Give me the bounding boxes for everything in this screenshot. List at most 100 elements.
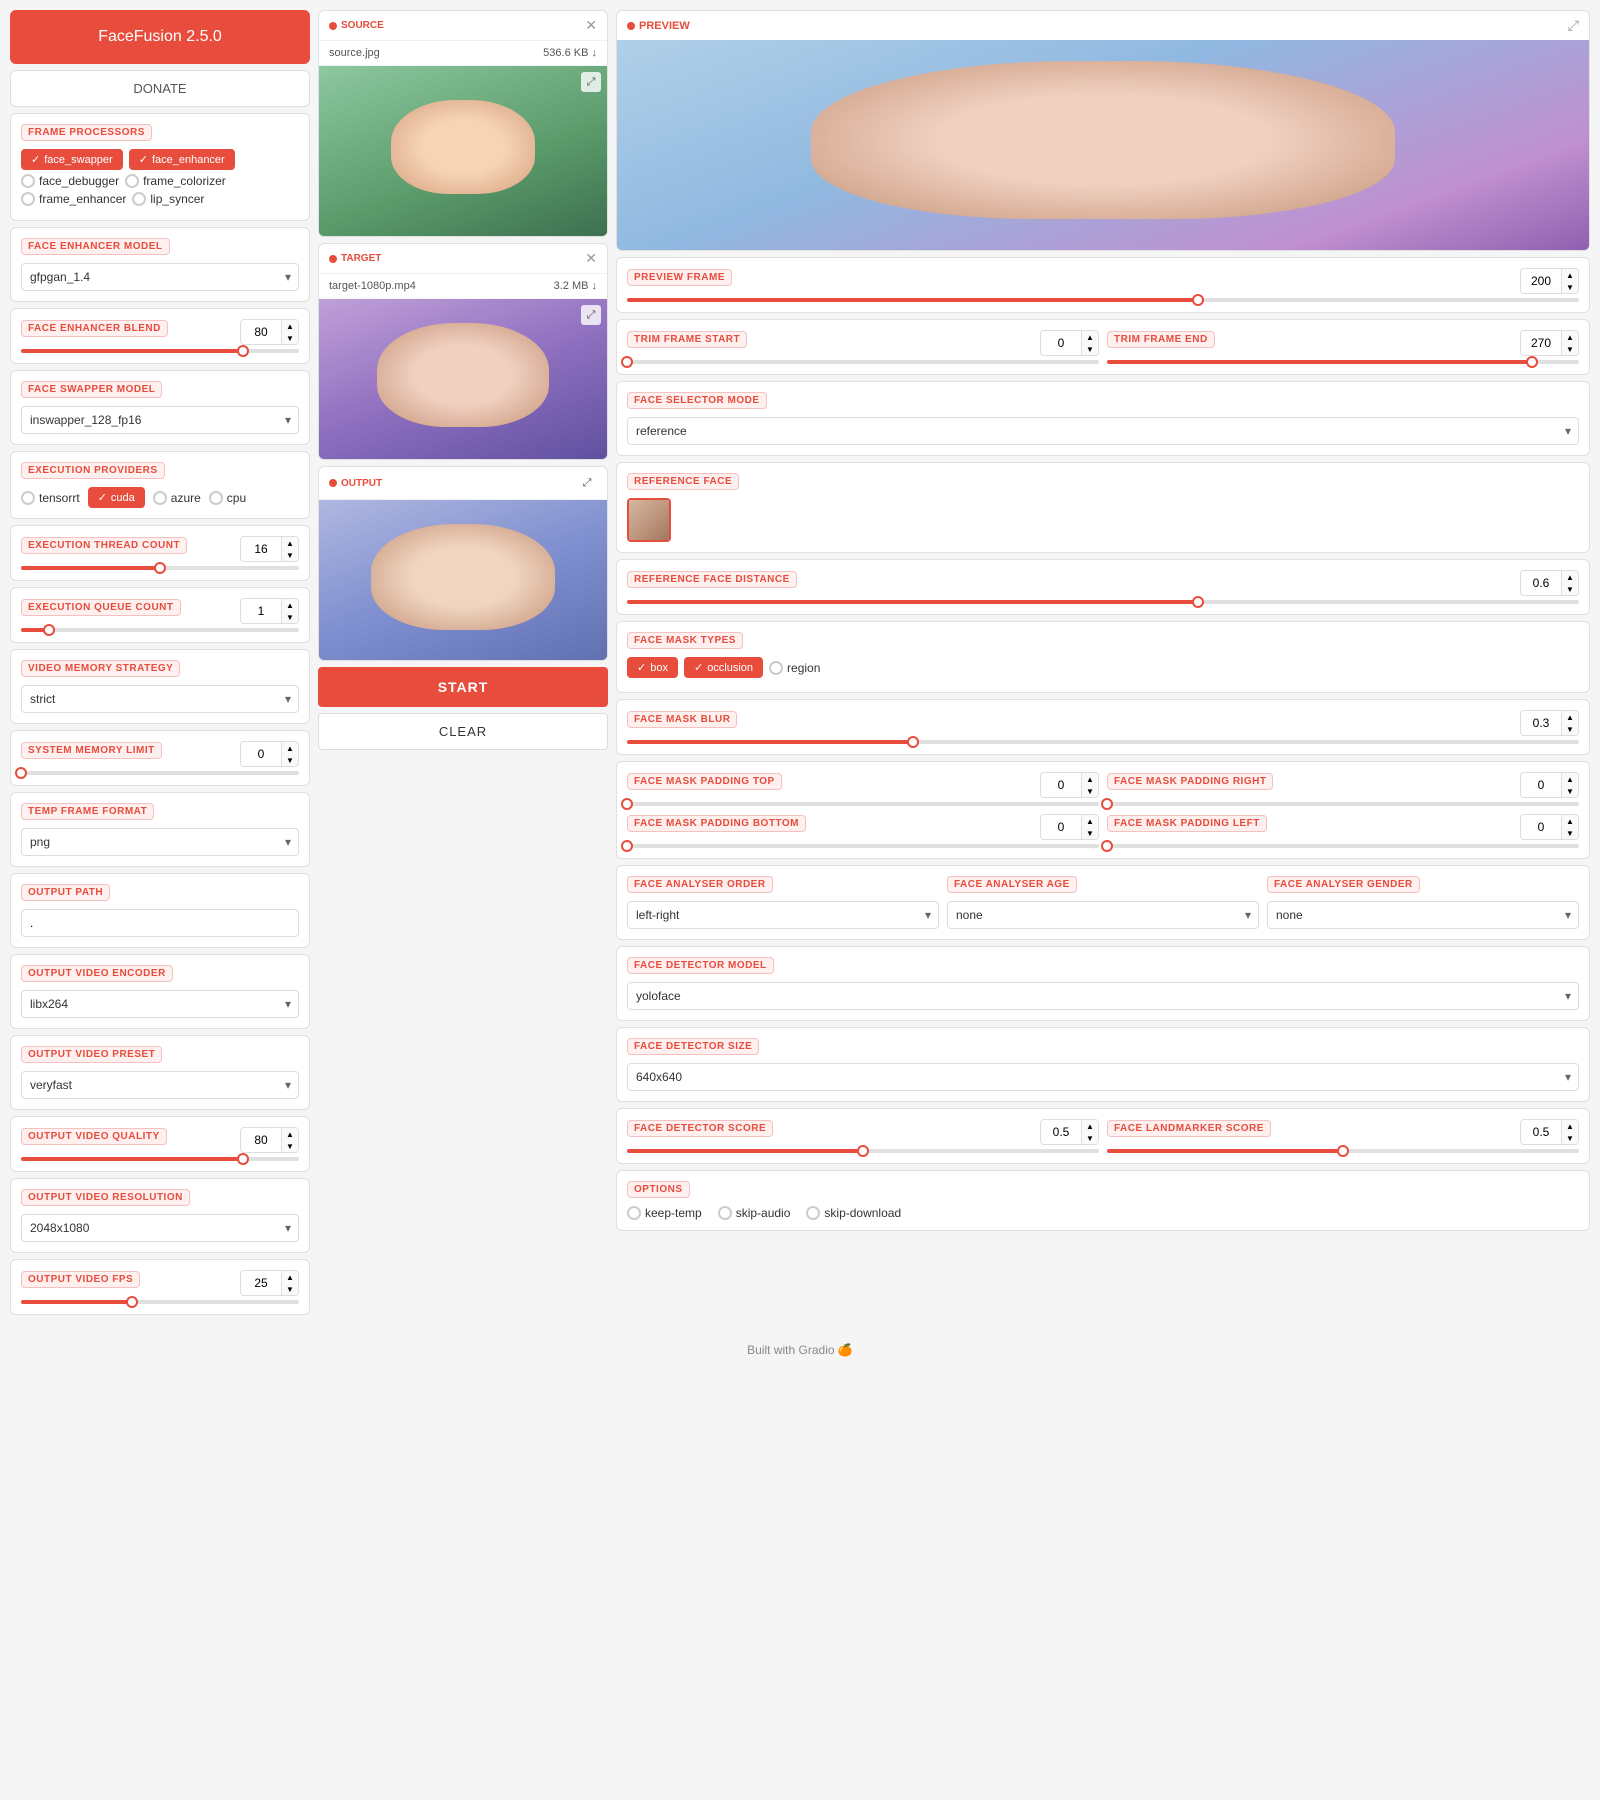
- execution-queue-count-slider[interactable]: [21, 628, 299, 632]
- processor-face_swapper[interactable]: ✓ face_swapper: [21, 149, 123, 170]
- execution-thread-count-slider[interactable]: [21, 566, 299, 570]
- clear-button[interactable]: CLEAR: [318, 713, 608, 750]
- output-video-quality-up[interactable]: ▲: [282, 1128, 298, 1140]
- padding-bottom-down[interactable]: ▼: [1082, 827, 1098, 839]
- face-mask-blur-down[interactable]: ▼: [1562, 723, 1578, 735]
- preview-frame-up[interactable]: ▲: [1562, 269, 1578, 281]
- option-keep-temp[interactable]: keep-temp: [627, 1206, 702, 1220]
- preview-frame-down[interactable]: ▼: [1562, 281, 1578, 293]
- face-enhancer-model-select[interactable]: gfpgan_1.4 gfpgan_1.3 codeformer: [21, 263, 299, 291]
- trim-frame-end-input[interactable]: [1521, 332, 1561, 354]
- system-memory-limit-slider[interactable]: [21, 771, 299, 775]
- face-landmarker-score-slider[interactable]: [1107, 1149, 1579, 1153]
- output-video-fps-down[interactable]: ▼: [282, 1283, 298, 1295]
- face-detector-score-slider[interactable]: [627, 1149, 1099, 1153]
- face-landmarker-score-down[interactable]: ▼: [1562, 1132, 1578, 1144]
- system-memory-limit-input[interactable]: [241, 743, 281, 765]
- padding-left-input[interactable]: [1521, 816, 1561, 838]
- processor-frame_enhancer[interactable]: frame_enhancer: [21, 192, 126, 206]
- padding-right-input[interactable]: [1521, 774, 1561, 796]
- provider-cuda[interactable]: ✓ cuda: [88, 487, 145, 508]
- output-video-fps-input[interactable]: [241, 1272, 281, 1294]
- padding-right-slider[interactable]: [1107, 802, 1579, 806]
- face-mask-blur-up[interactable]: ▲: [1562, 711, 1578, 723]
- padding-left-up[interactable]: ▲: [1562, 815, 1578, 827]
- mask-type-region[interactable]: region: [769, 657, 820, 678]
- execution-thread-count-input[interactable]: [241, 538, 281, 560]
- output-video-resolution-select[interactable]: 2048x1080 1920x1080 1280x720: [21, 1214, 299, 1242]
- provider-tensorrt[interactable]: tensorrt: [21, 491, 80, 505]
- face-selector-mode-select[interactable]: reference one many: [627, 417, 1579, 445]
- start-button[interactable]: START: [318, 667, 608, 707]
- face-landmarker-score-input[interactable]: [1521, 1121, 1561, 1143]
- output-video-encoder-select[interactable]: libx264 libx265 libvpx-vp9: [21, 990, 299, 1018]
- donate-button[interactable]: DONATE: [10, 70, 310, 107]
- face-detector-score-down[interactable]: ▼: [1082, 1132, 1098, 1144]
- execution-thread-count-up[interactable]: ▲: [282, 537, 298, 549]
- preview-frame-input[interactable]: [1521, 270, 1561, 292]
- padding-top-down[interactable]: ▼: [1082, 785, 1098, 797]
- reference-face-distance-slider[interactable]: [627, 600, 1579, 604]
- processor-lip_syncer[interactable]: lip_syncer: [132, 192, 204, 206]
- output-video-preset-select[interactable]: veryfast faster fast medium slow: [21, 1071, 299, 1099]
- reference-face-distance-input[interactable]: [1521, 572, 1561, 594]
- output-path-input[interactable]: [21, 909, 299, 937]
- trim-frame-start-down[interactable]: ▼: [1082, 343, 1098, 355]
- trim-frame-end-down[interactable]: ▼: [1562, 343, 1578, 355]
- output-video-quality-down[interactable]: ▼: [282, 1140, 298, 1152]
- option-skip-audio[interactable]: skip-audio: [718, 1206, 791, 1220]
- option-skip-download[interactable]: skip-download: [806, 1206, 901, 1220]
- padding-top-slider[interactable]: [627, 802, 1099, 806]
- trim-frame-start-input[interactable]: [1041, 332, 1081, 354]
- face-analyser-gender-select[interactable]: none male female: [1267, 901, 1579, 929]
- face-analyser-order-select[interactable]: left-right right-left top-bottom bottom-…: [627, 901, 939, 929]
- output-expand-button[interactable]: ⤢: [577, 473, 597, 493]
- padding-left-slider[interactable]: [1107, 844, 1579, 848]
- source-expand-button[interactable]: ⤢: [581, 72, 601, 92]
- processor-frame_colorizer[interactable]: frame_colorizer: [125, 174, 226, 188]
- execution-thread-count-down[interactable]: ▼: [282, 549, 298, 561]
- padding-left-down[interactable]: ▼: [1562, 827, 1578, 839]
- execution-queue-count-down[interactable]: ▼: [282, 611, 298, 623]
- trim-frame-start-up[interactable]: ▲: [1082, 331, 1098, 343]
- padding-right-down[interactable]: ▼: [1562, 785, 1578, 797]
- execution-queue-count-up[interactable]: ▲: [282, 599, 298, 611]
- provider-cpu[interactable]: cpu: [209, 491, 246, 505]
- trim-frame-start-slider[interactable]: [627, 360, 1099, 364]
- padding-bottom-up[interactable]: ▲: [1082, 815, 1098, 827]
- preview-frame-slider[interactable]: [627, 298, 1579, 302]
- face-enhancer-blend-slider[interactable]: [21, 349, 299, 353]
- video-memory-strategy-select[interactable]: strict moderate tolerant: [21, 685, 299, 713]
- output-video-quality-input[interactable]: [241, 1129, 281, 1151]
- face-enhancer-blend-down[interactable]: ▼: [282, 332, 298, 344]
- mask-type-box[interactable]: ✓ box: [627, 657, 678, 678]
- face-enhancer-blend-input[interactable]: [241, 321, 281, 343]
- output-video-fps-up[interactable]: ▲: [282, 1271, 298, 1283]
- execution-queue-count-input[interactable]: [241, 600, 281, 622]
- processor-face_enhancer[interactable]: ✓ face_enhancer: [129, 149, 235, 170]
- face-analyser-age-select[interactable]: none child teen adult senior: [947, 901, 1259, 929]
- output-video-fps-slider[interactable]: [21, 1300, 299, 1304]
- face-swapper-model-select[interactable]: inswapper_128_fp16 inswapper_128: [21, 406, 299, 434]
- reference-face-distance-up[interactable]: ▲: [1562, 571, 1578, 583]
- padding-right-up[interactable]: ▲: [1562, 773, 1578, 785]
- face-detector-score-up[interactable]: ▲: [1082, 1120, 1098, 1132]
- provider-azure[interactable]: azure: [153, 491, 201, 505]
- face-detector-score-input[interactable]: [1041, 1121, 1081, 1143]
- padding-bottom-slider[interactable]: [627, 844, 1099, 848]
- system-memory-limit-down[interactable]: ▼: [282, 754, 298, 766]
- face-mask-blur-slider[interactable]: [627, 740, 1579, 744]
- face-landmarker-score-up[interactable]: ▲: [1562, 1120, 1578, 1132]
- mask-type-occlusion[interactable]: ✓ occlusion: [684, 657, 763, 678]
- padding-bottom-input[interactable]: [1041, 816, 1081, 838]
- trim-frame-end-up[interactable]: ▲: [1562, 331, 1578, 343]
- output-video-quality-slider[interactable]: [21, 1157, 299, 1161]
- preview-expand-button[interactable]: ⤢: [1568, 17, 1579, 34]
- reference-face-distance-down[interactable]: ▼: [1562, 583, 1578, 595]
- padding-top-input[interactable]: [1041, 774, 1081, 796]
- target-expand-button[interactable]: ⤢: [581, 305, 601, 325]
- padding-top-up[interactable]: ▲: [1082, 773, 1098, 785]
- face-enhancer-blend-up[interactable]: ▲: [282, 320, 298, 332]
- trim-frame-end-slider[interactable]: [1107, 360, 1579, 364]
- system-memory-limit-up[interactable]: ▲: [282, 742, 298, 754]
